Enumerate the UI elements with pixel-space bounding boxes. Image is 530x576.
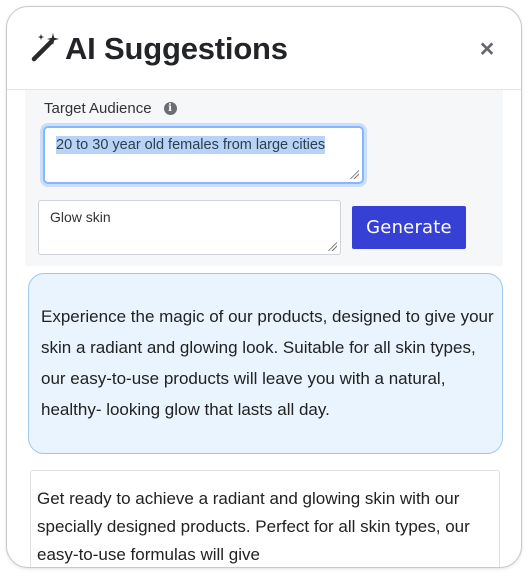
magic-wand-icon bbox=[31, 33, 59, 62]
suggestion-form: Target Audience i 20 to 30 year old fema… bbox=[25, 90, 503, 266]
target-audience-value: 20 to 30 year old females from large cit… bbox=[56, 136, 326, 154]
close-button[interactable]: × bbox=[473, 35, 501, 63]
dialog-title: AI Suggestions bbox=[65, 31, 288, 66]
close-icon: × bbox=[479, 34, 495, 63]
target-audience-textarea[interactable]: 20 to 30 year old females from large cit… bbox=[43, 126, 364, 184]
generate-button[interactable]: Generate bbox=[352, 206, 466, 249]
dialog-body: Target Audience i 20 to 30 year old fema… bbox=[7, 90, 521, 567]
target-audience-label-text: Target Audience bbox=[44, 100, 152, 117]
keywords-value: Glow skin bbox=[50, 209, 111, 225]
dialog-header: AI Suggestions × bbox=[7, 7, 521, 90]
keywords-textarea[interactable]: Glow skin bbox=[38, 200, 341, 255]
info-icon[interactable]: i bbox=[163, 102, 177, 115]
resize-handle-icon[interactable] bbox=[350, 170, 359, 179]
ai-suggestions-dialog: AI Suggestions × Target Audience i 20 to… bbox=[6, 6, 522, 568]
resize-handle-icon[interactable] bbox=[328, 242, 337, 251]
suggestion-card[interactable]: Get ready to achieve a radiant and glowi… bbox=[30, 470, 500, 567]
target-audience-label: Target Audience i bbox=[44, 100, 177, 117]
suggestion-card-selected[interactable]: Experience the magic of our products, de… bbox=[28, 273, 503, 454]
